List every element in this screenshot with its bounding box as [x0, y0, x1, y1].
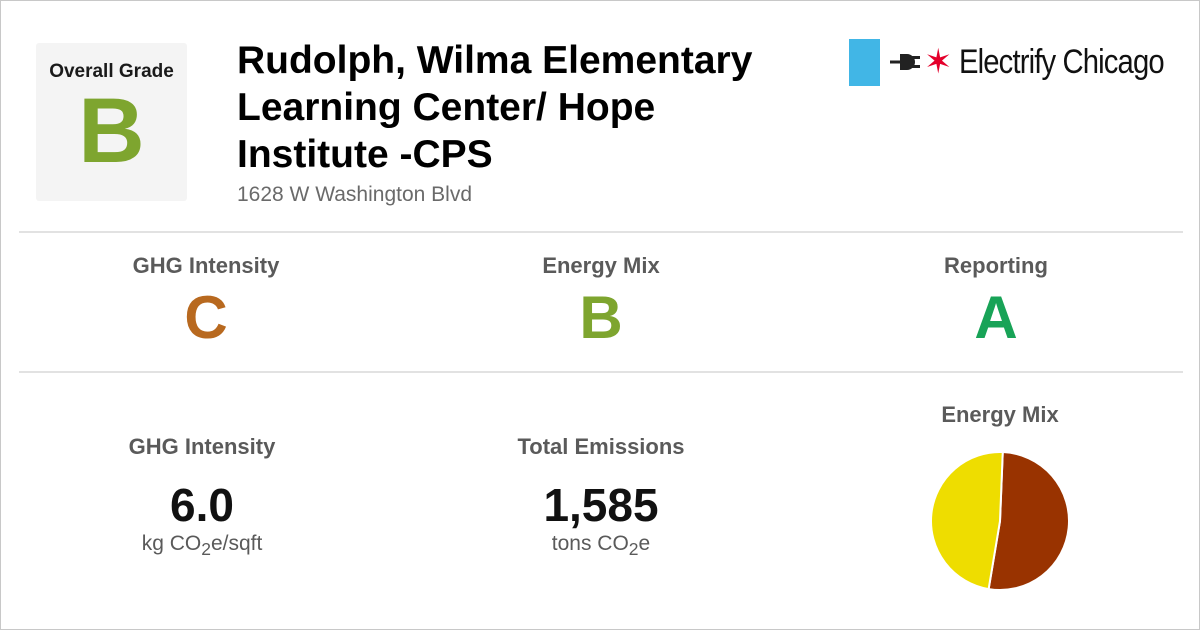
energy-mix-chart-title: Energy Mix [941, 402, 1059, 427]
pie-slice-1 [930, 451, 1004, 591]
building-name-line: Institute -CPS [237, 133, 493, 176]
electrify-chicago-logo[interactable]: ✶ Electrify Chicago [849, 38, 1197, 86]
divider [19, 371, 1183, 373]
divider [19, 231, 1183, 233]
building-address: 1628 W Washington Blvd [237, 183, 473, 206]
overall-grade-box: Overall Grade B [36, 43, 187, 201]
logo-text: Electrify Chicago [958, 42, 1165, 81]
overall-grade-letter: B [78, 80, 145, 182]
building-name-line: Learning Center/ Hope [237, 86, 656, 129]
stat-total-emissions: Total Emissions 1,585 tons CO2e [451, 434, 751, 560]
grade-letter: A [974, 284, 1018, 351]
stat-label: Total Emissions [517, 434, 685, 459]
grade-energy-mix: Energy Mix B [451, 253, 751, 353]
stat-value: 6.0 [170, 479, 234, 531]
grade-label: GHG Intensity [132, 253, 280, 278]
stat-ghg-intensity: GHG Intensity 6.0 kg CO2e/sqft [52, 434, 352, 560]
stat-label: GHG Intensity [128, 434, 276, 459]
grade-letter: B [579, 284, 623, 351]
stat-unit: tons CO2e [551, 532, 651, 560]
grade-label: Energy Mix [542, 253, 660, 278]
energy-mix-pie-chart [930, 451, 1070, 591]
grade-label: Reporting [944, 253, 1048, 278]
building-report-card: Overall Grade B Rudolph, Wilma Elementar… [0, 0, 1200, 630]
building-name-line: Rudolph, Wilma Elementary [237, 39, 753, 82]
red-star-icon: ✶ [924, 43, 953, 81]
plug-icon [890, 54, 920, 70]
stat-value: 1,585 [543, 479, 659, 531]
building-name: Rudolph, Wilma Elementary Learning Cente… [237, 37, 817, 178]
grade-letter: C [184, 284, 228, 351]
grade-ghg-intensity: GHG Intensity C [56, 253, 356, 353]
chicago-flag-bar-icon [849, 38, 880, 86]
stat-unit: kg CO2e/sqft [141, 532, 263, 560]
grade-reporting: Reporting A [846, 253, 1146, 353]
